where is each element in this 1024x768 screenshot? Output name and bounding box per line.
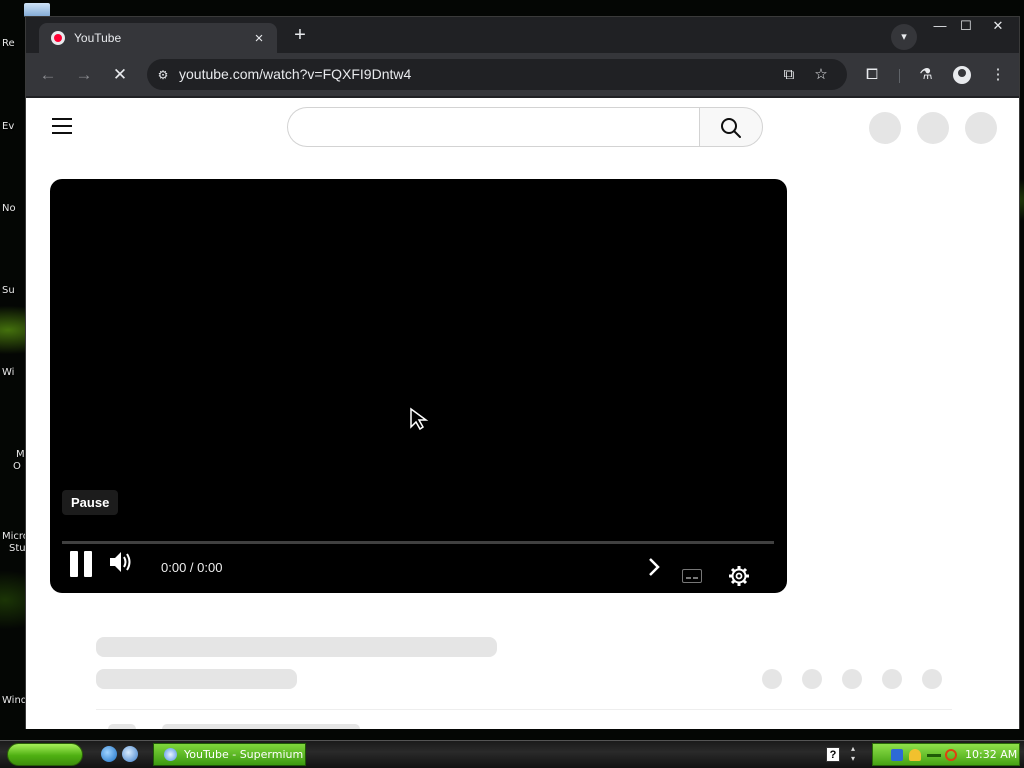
- site-info-icon[interactable]: ⚙: [153, 65, 173, 85]
- gear-icon: [729, 566, 749, 586]
- divider: [96, 709, 952, 710]
- desktop-icon-label[interactable]: Ev: [2, 121, 14, 132]
- next-button[interactable]: [646, 556, 662, 578]
- search-button[interactable]: [699, 107, 763, 147]
- video-player[interactable]: Pause 0:00 / 0:00: [50, 179, 787, 593]
- settings-button[interactable]: [728, 565, 750, 587]
- minimize-button[interactable]: —: [926, 17, 954, 37]
- tab-strip: YouTube × + ▾ — ☐ ✕: [26, 17, 1019, 53]
- action-skeleton: [762, 669, 782, 689]
- taskbar-window-button[interactable]: YouTube - Supermium: [153, 743, 306, 766]
- volume-icon: [110, 552, 131, 572]
- desktop-icon-label[interactable]: O: [13, 461, 21, 472]
- bookmark-star-icon[interactable]: ☆: [811, 65, 831, 85]
- progress-bar[interactable]: [62, 541, 774, 544]
- title-skeleton: [96, 637, 497, 657]
- stop-loading-button[interactable]: ✕: [108, 63, 132, 87]
- help-icon[interactable]: ?: [826, 747, 840, 762]
- tab-youtube[interactable]: YouTube ×: [39, 23, 277, 53]
- action-skeleton: [882, 669, 902, 689]
- subtitle-skeleton: [96, 669, 297, 689]
- time-display: 0:00 / 0:00: [161, 560, 223, 575]
- taskbar-window-title: YouTube - Supermium: [184, 748, 304, 761]
- youtube-favicon-icon: [51, 31, 65, 45]
- desktop-icon-label[interactable]: No: [2, 203, 16, 214]
- youtube-page: Pause 0:00 / 0:00: [26, 98, 1019, 729]
- new-tab-button[interactable]: +: [288, 24, 312, 48]
- chevron-right-icon: [649, 558, 660, 576]
- search-tray-icon[interactable]: [945, 749, 957, 761]
- network-icon[interactable]: [891, 749, 903, 761]
- pause-button[interactable]: [70, 550, 94, 578]
- forward-button[interactable]: →: [72, 63, 96, 87]
- browser-menu-icon[interactable]: ⋮: [986, 63, 1010, 87]
- url-text[interactable]: youtube.com/watch?v=FQXFI9Dntw4: [179, 66, 411, 82]
- taskbar: YouTube - Supermium ? ▴ ▾ 10:32 AM: [0, 740, 1024, 768]
- clock[interactable]: 10:32 AM: [965, 748, 1017, 761]
- desktop-icon-label[interactable]: Su: [2, 285, 15, 296]
- search-icon: [721, 118, 741, 138]
- labs-flask-icon[interactable]: ⚗: [914, 63, 938, 87]
- desktop-icon-label[interactable]: Wind: [2, 695, 27, 706]
- volume-button[interactable]: [108, 549, 136, 575]
- pause-tooltip: Pause: [62, 490, 119, 515]
- action-skeleton: [842, 669, 862, 689]
- search-input[interactable]: [288, 108, 700, 146]
- extensions-icon[interactable]: ⧠: [860, 63, 884, 87]
- start-button[interactable]: [7, 743, 83, 766]
- placeholder-circle: [917, 112, 949, 144]
- tray-expand-icon[interactable]: ▴ ▾: [851, 744, 855, 764]
- security-shield-icon[interactable]: [909, 749, 921, 761]
- browser-window: YouTube × + ▾ — ☐ ✕ ← → ✕ ⚙ youtube.com/…: [25, 16, 1020, 729]
- close-window-button[interactable]: ✕: [984, 17, 1012, 37]
- maximize-button[interactable]: ☐: [952, 17, 980, 37]
- address-bar[interactable]: ⚙ youtube.com/watch?v=FQXFI9Dntw4 ⧉ ☆: [147, 59, 847, 90]
- desktop-icon-label[interactable]: Wi: [2, 367, 14, 378]
- comment-skeleton: [162, 724, 360, 729]
- desktop-icon-label[interactable]: Stu: [9, 543, 26, 554]
- install-app-icon[interactable]: ⧉: [779, 65, 799, 85]
- action-skeleton: [922, 669, 942, 689]
- desktop-icon-label[interactable]: M: [16, 449, 25, 460]
- search-input-container[interactable]: [287, 107, 700, 147]
- supermium-icon: [164, 748, 177, 761]
- placeholder-circle: [869, 112, 901, 144]
- tab-search-button[interactable]: ▾: [891, 24, 917, 50]
- profile-avatar-icon[interactable]: [950, 63, 974, 87]
- desktop-icon-label[interactable]: Re: [2, 38, 15, 49]
- internet-explorer-icon[interactable]: [101, 746, 117, 762]
- comment-skeleton: [108, 724, 136, 729]
- subtitles-button[interactable]: [682, 569, 702, 583]
- tray-divider-icon: [927, 754, 941, 757]
- action-skeleton: [802, 669, 822, 689]
- placeholder-circle: [965, 112, 997, 144]
- hamburger-menu-icon[interactable]: [52, 118, 72, 136]
- mouse-cursor-icon: [409, 407, 429, 436]
- toolbar-divider: [899, 69, 900, 83]
- system-tray: 10:32 AM: [872, 743, 1020, 766]
- browser-toolbar: ← → ✕ ⚙ youtube.com/watch?v=FQXFI9Dntw4 …: [26, 53, 1019, 97]
- browser-quicklaunch-icon[interactable]: [122, 746, 138, 762]
- tab-title: YouTube: [74, 31, 122, 45]
- tab-close-icon[interactable]: ×: [249, 30, 269, 47]
- back-button[interactable]: ←: [36, 63, 60, 87]
- desktop-icon[interactable]: [24, 3, 50, 17]
